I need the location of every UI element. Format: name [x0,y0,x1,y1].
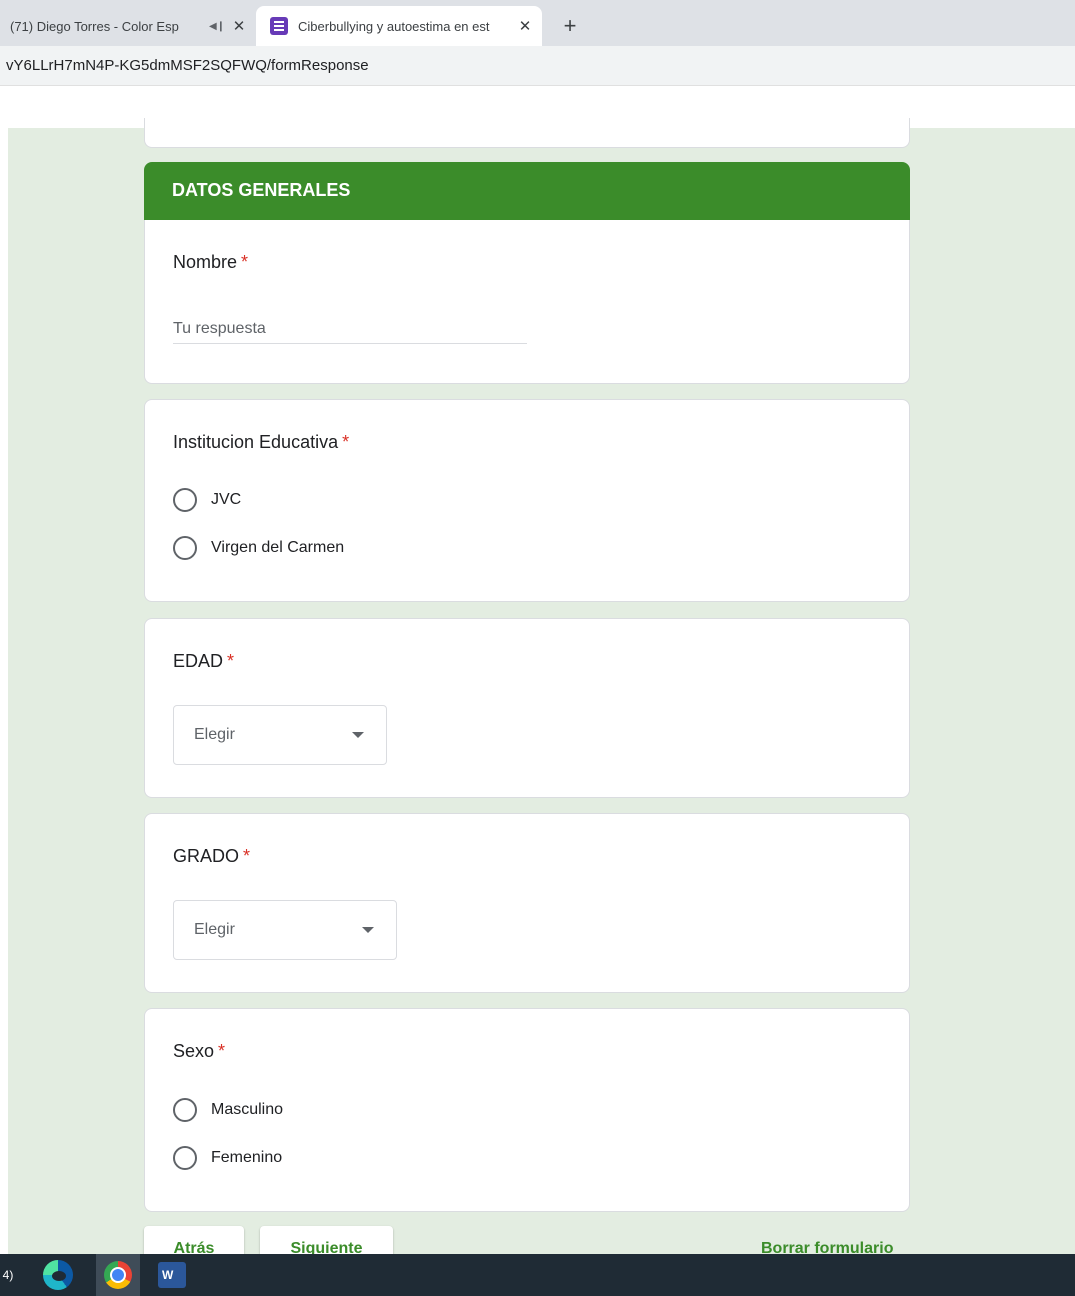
section-header: DATOS GENERALES [144,162,910,220]
question-label-text: EDAD [173,651,224,671]
taskbar-edge[interactable] [38,1254,78,1296]
required-asterisk: * [342,432,350,452]
radio-option-virgen-del-carmen[interactable]: Virgen del Carmen [173,536,344,560]
section-title: DATOS GENERALES [172,180,351,200]
windows-taskbar: 4) W [0,1254,1075,1296]
question-sexo: Sexo * Masculino Femenino [144,1008,910,1212]
question-label: EDAD * [173,651,234,672]
taskbar-chrome[interactable] [96,1254,140,1296]
required-asterisk: * [241,252,249,272]
tab-title: Ciberbullying y autoestima en est [298,18,490,34]
address-bar[interactable]: vY6LLrH7mN4P-KG5dmMSF2SQFWQ/formResponse [0,46,1075,86]
edge-icon [43,1260,73,1290]
question-grado: GRADO * Elegir [144,813,910,993]
question-label: Institucion Educativa * [173,432,349,453]
caret-down-icon [362,927,374,933]
radio-button[interactable] [173,488,197,512]
required-asterisk: * [243,846,251,866]
question-label-text: Sexo [173,1041,215,1061]
question-institucion: Institucion Educativa * JVC Virgen del Ca… [144,399,910,602]
close-icon[interactable]: ✕ [228,17,250,35]
edad-dropdown[interactable]: Elegir [173,705,387,765]
question-label-text: Institucion Educativa [173,432,339,452]
caret-down-icon [352,732,364,738]
previous-card-bottom [144,118,910,148]
dropdown-value: Elegir [194,726,235,743]
chrome-icon [104,1261,132,1289]
word-icon: W [158,1262,186,1288]
option-label: Femenino [211,1149,283,1166]
taskbar-word[interactable]: W [152,1254,192,1296]
question-label-text: Nombre [173,252,238,272]
option-label: Virgen del Carmen [211,539,345,556]
url-text[interactable]: vY6LLrH7mN4P-KG5dmMSF2SQFWQ/formResponse [6,57,369,74]
tab-title: (71) Diego Torres - Color Esp [10,18,179,34]
grado-dropdown[interactable]: Elegir [173,900,397,960]
question-label: Nombre * [173,252,248,273]
radio-option-masculino[interactable]: Masculino [173,1098,283,1122]
question-nombre: Nombre * [144,220,910,384]
radio-option-femenino[interactable]: Femenino [173,1146,282,1170]
browser-tab-bar: (71) Diego Torres - Color Esp ◀❙ ✕ Ciber… [0,0,1075,46]
question-label: GRADO * [173,846,250,867]
new-tab-button[interactable]: + [556,12,584,40]
taskbar-number[interactable]: 4) [0,1254,16,1296]
option-label: Masculino [211,1101,284,1118]
required-asterisk: * [218,1041,226,1061]
required-asterisk: * [227,651,235,671]
radio-option-jvc[interactable]: JVC [173,488,241,512]
question-label: Sexo * [173,1041,225,1062]
question-label-text: GRADO [173,846,240,866]
tab-google-forms[interactable]: Ciberbullying y autoestima en est ✕ [256,6,542,46]
question-edad: EDAD * Elegir [144,618,910,798]
radio-button[interactable] [173,536,197,560]
radio-button[interactable] [173,1146,197,1170]
speaker-icon[interactable]: ◀❙ [206,21,228,32]
dropdown-value: Elegir [194,921,235,938]
option-label: JVC [211,491,242,508]
google-forms-icon [270,17,288,35]
radio-button[interactable] [173,1098,197,1122]
nombre-input[interactable] [173,314,527,344]
close-icon[interactable]: ✕ [514,17,536,35]
tab-youtube[interactable]: (71) Diego Torres - Color Esp ◀❙ ✕ [0,6,256,46]
